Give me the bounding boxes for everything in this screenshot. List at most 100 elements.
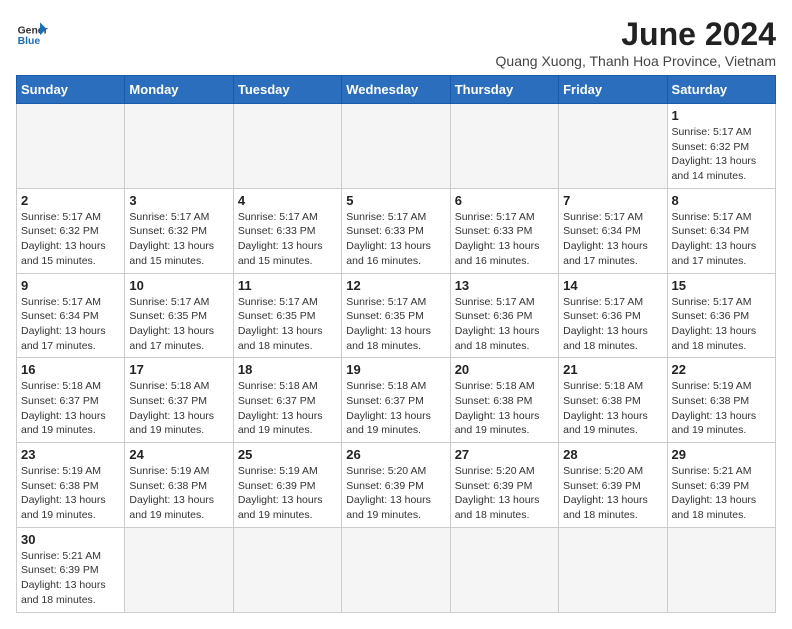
calendar-cell [559, 527, 667, 612]
weekday-header-friday: Friday [559, 76, 667, 104]
day-info: Sunrise: 5:18 AM Sunset: 6:37 PM Dayligh… [238, 379, 337, 438]
calendar-cell: 13 Sunrise: 5:17 AM Sunset: 6:36 PM Dayli… [450, 273, 558, 358]
day-info: Sunrise: 5:18 AM Sunset: 6:37 PM Dayligh… [346, 379, 445, 438]
calendar-week-row: 16 Sunrise: 5:18 AM Sunset: 6:37 PM Dayli… [17, 358, 776, 443]
day-number: 9 [21, 278, 120, 293]
day-number: 19 [346, 362, 445, 377]
day-info: Sunrise: 5:17 AM Sunset: 6:34 PM Dayligh… [672, 210, 771, 269]
calendar-cell [450, 104, 558, 189]
day-info: Sunrise: 5:17 AM Sunset: 6:36 PM Dayligh… [672, 295, 771, 354]
calendar-cell: 9 Sunrise: 5:17 AM Sunset: 6:34 PM Daylig… [17, 273, 125, 358]
calendar-cell: 26 Sunrise: 5:20 AM Sunset: 6:39 PM Dayli… [342, 443, 450, 528]
day-number: 29 [672, 447, 771, 462]
calendar-cell: 27 Sunrise: 5:20 AM Sunset: 6:39 PM Dayli… [450, 443, 558, 528]
month-title: June 2024 [496, 16, 776, 53]
calendar-cell [233, 104, 341, 189]
page-header: General Blue June 2024 Quang Xuong, Than… [16, 16, 776, 69]
calendar-cell: 25Sunrise: 5:19 AM Sunset: 6:39 PM Dayli… [233, 443, 341, 528]
day-number: 20 [455, 362, 554, 377]
calendar-cell: 22 Sunrise: 5:19 AM Sunset: 6:38 PM Dayli… [667, 358, 775, 443]
day-number: 14 [563, 278, 662, 293]
day-info: Sunrise: 5:21 AM Sunset: 6:39 PM Dayligh… [21, 549, 120, 608]
day-info: Sunrise: 5:18 AM Sunset: 6:38 PM Dayligh… [455, 379, 554, 438]
day-number: 15 [672, 278, 771, 293]
calendar-cell: 5 Sunrise: 5:17 AM Sunset: 6:33 PM Daylig… [342, 188, 450, 273]
day-info: Sunrise: 5:17 AM Sunset: 6:32 PM Dayligh… [672, 125, 771, 184]
weekday-header-row: SundayMondayTuesdayWednesdayThursdayFrid… [17, 76, 776, 104]
svg-text:Blue: Blue [18, 36, 41, 47]
day-number: 2 [21, 193, 120, 208]
calendar-cell: 24 Sunrise: 5:19 AM Sunset: 6:38 PM Dayli… [125, 443, 233, 528]
calendar-cell: 23 Sunrise: 5:19 AM Sunset: 6:38 PM Dayli… [17, 443, 125, 528]
day-info: Sunrise: 5:17 AM Sunset: 6:33 PM Dayligh… [455, 210, 554, 269]
day-info: Sunrise: 5:17 AM Sunset: 6:33 PM Dayligh… [346, 210, 445, 269]
day-number: 30 [21, 532, 120, 547]
calendar-cell: 11 Sunrise: 5:17 AM Sunset: 6:35 PM Dayli… [233, 273, 341, 358]
calendar-cell: 6 Sunrise: 5:17 AM Sunset: 6:33 PM Daylig… [450, 188, 558, 273]
day-info: Sunrise: 5:17 AM Sunset: 6:36 PM Dayligh… [563, 295, 662, 354]
day-info: Sunrise: 5:19 AM Sunset: 6:38 PM Dayligh… [129, 464, 228, 523]
weekday-header-sunday: Sunday [17, 76, 125, 104]
calendar-cell: 19 Sunrise: 5:18 AM Sunset: 6:37 PM Dayli… [342, 358, 450, 443]
weekday-header-monday: Monday [125, 76, 233, 104]
calendar-cell: 12Sunrise: 5:17 AM Sunset: 6:35 PM Dayli… [342, 273, 450, 358]
calendar-cell: 18 Sunrise: 5:18 AM Sunset: 6:37 PM Dayli… [233, 358, 341, 443]
day-number: 27 [455, 447, 554, 462]
weekday-header-tuesday: Tuesday [233, 76, 341, 104]
day-number: 23 [21, 447, 120, 462]
day-number: 6 [455, 193, 554, 208]
day-info: Sunrise: 5:18 AM Sunset: 6:37 PM Dayligh… [129, 379, 228, 438]
day-info: Sunrise: 5:19 AM Sunset: 6:39 PM Dayligh… [238, 464, 337, 523]
calendar-table: SundayMondayTuesdayWednesdayThursdayFrid… [16, 75, 776, 613]
day-info: Sunrise: 5:17 AM Sunset: 6:32 PM Dayligh… [129, 210, 228, 269]
day-info: Sunrise: 5:20 AM Sunset: 6:39 PM Dayligh… [563, 464, 662, 523]
day-number: 16 [21, 362, 120, 377]
day-number: 5 [346, 193, 445, 208]
day-info: Sunrise: 5:19 AM Sunset: 6:38 PM Dayligh… [672, 379, 771, 438]
logo: General Blue [16, 16, 48, 48]
calendar-week-row: 1 Sunrise: 5:17 AM Sunset: 6:32 PM Daylig… [17, 104, 776, 189]
day-number: 13 [455, 278, 554, 293]
subtitle: Quang Xuong, Thanh Hoa Province, Vietnam [496, 53, 776, 69]
calendar-cell: 10Sunrise: 5:17 AM Sunset: 6:35 PM Dayli… [125, 273, 233, 358]
day-info: Sunrise: 5:17 AM Sunset: 6:32 PM Dayligh… [21, 210, 120, 269]
day-info: Sunrise: 5:20 AM Sunset: 6:39 PM Dayligh… [346, 464, 445, 523]
calendar-cell: 1 Sunrise: 5:17 AM Sunset: 6:32 PM Daylig… [667, 104, 775, 189]
day-info: Sunrise: 5:17 AM Sunset: 6:35 PM Dayligh… [346, 295, 445, 354]
day-number: 11 [238, 278, 337, 293]
calendar-cell: 7Sunrise: 5:17 AM Sunset: 6:34 PM Daylig… [559, 188, 667, 273]
day-number: 22 [672, 362, 771, 377]
calendar-cell: 4Sunrise: 5:17 AM Sunset: 6:33 PM Daylig… [233, 188, 341, 273]
calendar-cell: 17Sunrise: 5:18 AM Sunset: 6:37 PM Dayli… [125, 358, 233, 443]
day-info: Sunrise: 5:17 AM Sunset: 6:34 PM Dayligh… [21, 295, 120, 354]
day-number: 21 [563, 362, 662, 377]
day-info: Sunrise: 5:17 AM Sunset: 6:36 PM Dayligh… [455, 295, 554, 354]
day-info: Sunrise: 5:17 AM Sunset: 6:35 PM Dayligh… [238, 295, 337, 354]
day-info: Sunrise: 5:17 AM Sunset: 6:34 PM Dayligh… [563, 210, 662, 269]
day-info: Sunrise: 5:18 AM Sunset: 6:37 PM Dayligh… [21, 379, 120, 438]
calendar-cell: 15 Sunrise: 5:17 AM Sunset: 6:36 PM Dayli… [667, 273, 775, 358]
weekday-header-wednesday: Wednesday [342, 76, 450, 104]
title-block: June 2024 Quang Xuong, Thanh Hoa Provinc… [496, 16, 776, 69]
day-number: 3 [129, 193, 228, 208]
day-info: Sunrise: 5:19 AM Sunset: 6:38 PM Dayligh… [21, 464, 120, 523]
calendar-cell [233, 527, 341, 612]
calendar-cell [342, 104, 450, 189]
calendar-week-row: 9 Sunrise: 5:17 AM Sunset: 6:34 PM Daylig… [17, 273, 776, 358]
calendar-cell: 14 Sunrise: 5:17 AM Sunset: 6:36 PM Dayli… [559, 273, 667, 358]
calendar-cell [667, 527, 775, 612]
calendar-cell: 30 Sunrise: 5:21 AM Sunset: 6:39 PM Dayli… [17, 527, 125, 612]
weekday-header-thursday: Thursday [450, 76, 558, 104]
day-number: 26 [346, 447, 445, 462]
calendar-cell [342, 527, 450, 612]
day-number: 24 [129, 447, 228, 462]
calendar-cell [17, 104, 125, 189]
day-number: 1 [672, 108, 771, 123]
day-number: 18 [238, 362, 337, 377]
day-info: Sunrise: 5:20 AM Sunset: 6:39 PM Dayligh… [455, 464, 554, 523]
calendar-cell: 29Sunrise: 5:21 AM Sunset: 6:39 PM Dayli… [667, 443, 775, 528]
calendar-cell: 2 Sunrise: 5:17 AM Sunset: 6:32 PM Daylig… [17, 188, 125, 273]
calendar-cell: 16 Sunrise: 5:18 AM Sunset: 6:37 PM Dayli… [17, 358, 125, 443]
calendar-cell [125, 527, 233, 612]
calendar-week-row: 30 Sunrise: 5:21 AM Sunset: 6:39 PM Dayli… [17, 527, 776, 612]
